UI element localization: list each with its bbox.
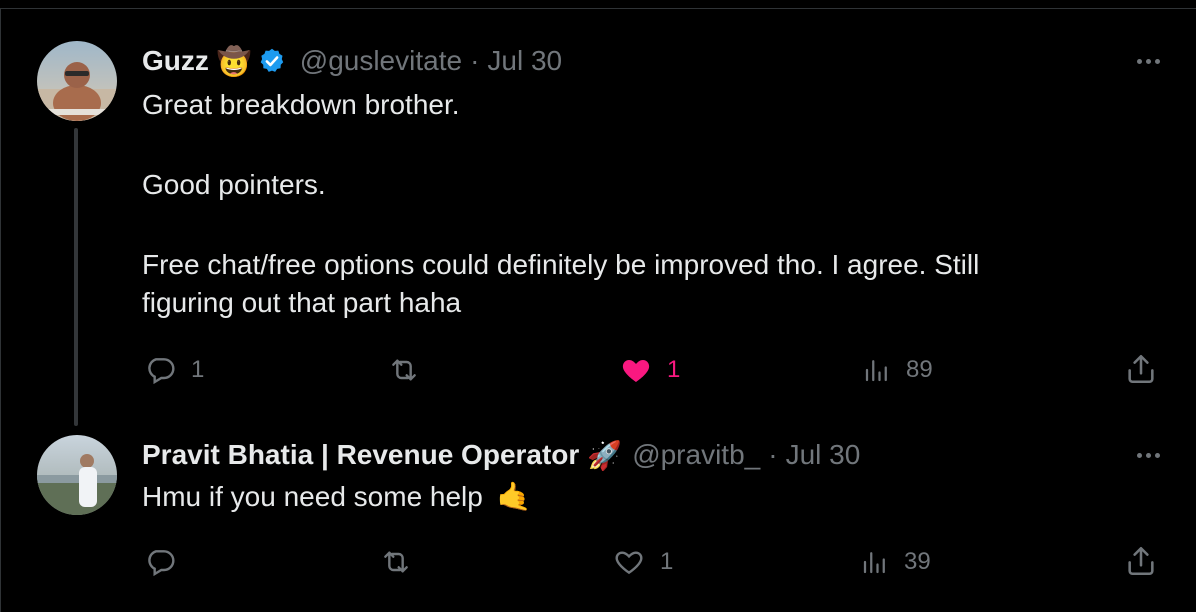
more-options-icon[interactable] [1137,453,1160,458]
more-options-icon[interactable] [1137,59,1160,64]
like-button[interactable]: 1 [612,546,673,578]
retweet-button[interactable] [385,354,423,386]
reply-icon [148,358,175,385]
author-handle[interactable]: @pravitb_ [632,439,760,471]
tweet-date[interactable]: Jul 30 [786,439,861,471]
tweet-line: Hmu if you need some help 🤙 [142,478,532,516]
share-button[interactable] [1124,544,1158,578]
separator-dot: · [768,439,778,470]
tweet-pravit[interactable]: Pravit Bhatia | Revenue Operator 🚀 @prav… [0,420,1196,612]
author-handle[interactable]: @guslevitate [300,45,462,77]
share-button[interactable] [1124,352,1158,386]
tweet-line-text: Hmu if you need some help [142,481,483,512]
heart-outline-icon [615,551,643,575]
call-me-hand-emoji-icon: 🤙 [496,481,532,512]
like-count: 1 [667,356,681,383]
views-button[interactable]: 39 [860,546,931,578]
tweet-line: Free chat/free options could definitely … [142,249,980,280]
like-count: 1 [660,548,674,575]
author-name[interactable]: Pravit Bhatia | Revenue Operator [142,439,579,471]
views-button[interactable]: 89 [862,354,933,386]
action-bar: 1 39 [0,544,1196,584]
retweet-icon [392,359,416,381]
view-count: 39 [904,548,931,575]
reply-icon [148,550,175,577]
reply-count: 1 [191,356,205,383]
like-button[interactable]: 1 [619,354,680,386]
tweet-date[interactable]: Jul 30 [487,45,562,77]
author-name[interactable]: Guzz [142,45,209,77]
tweet-header: Guzz 🤠 @guslevitate · Jul 30 [142,42,562,80]
tweet-line: Great breakdown brother. [142,89,460,120]
retweet-icon [384,551,408,573]
heart-filled-icon [622,360,650,382]
analytics-icon [863,552,885,574]
share-icon [1128,546,1154,576]
action-bar: 1 1 89 [0,350,1196,390]
tweet-text: Great breakdown brother. Good pointers. … [142,86,979,322]
tweet-text: Hmu if you need some help 🤙 [142,478,532,516]
avatar[interactable] [37,435,117,515]
reply-button[interactable]: 1 [143,354,204,386]
verified-badge-icon[interactable] [258,47,286,75]
tweet-line: figuring out that part haha [142,287,462,318]
rocket-emoji-icon: 🚀 [587,439,623,471]
reply-button[interactable] [143,546,177,578]
tweet-line: Good pointers. [142,169,326,200]
share-icon [1128,354,1154,384]
tweet-header: Pravit Bhatia | Revenue Operator 🚀 @prav… [142,436,860,474]
separator-dot: · [470,45,480,76]
tweet-guzz[interactable]: Guzz 🤠 @guslevitate · Jul 30 Great break… [0,0,1196,426]
view-count: 89 [906,356,933,383]
cowboy-emoji-icon: 🤠 [216,45,252,77]
avatar[interactable] [37,41,117,121]
analytics-icon [865,360,887,382]
retweet-button[interactable] [377,546,415,578]
